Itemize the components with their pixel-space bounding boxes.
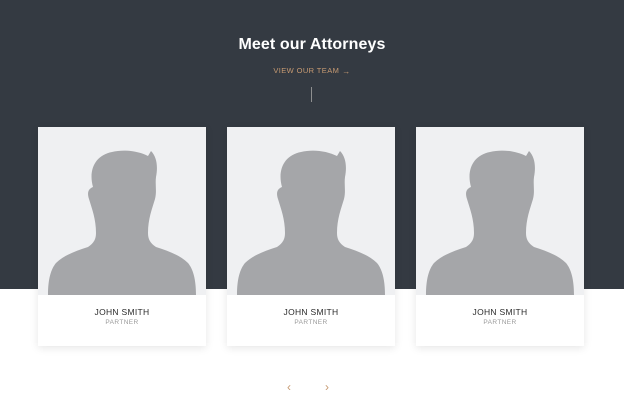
avatar-placeholder-icon (426, 150, 574, 295)
attorney-card[interactable]: JOHN SMITH PARTNER (416, 127, 584, 346)
attorney-card[interactable]: JOHN SMITH PARTNER (227, 127, 395, 346)
attorney-card[interactable]: JOHN SMITH PARTNER (38, 127, 206, 346)
view-our-team-link[interactable]: VIEW OUR TEAM → (0, 66, 624, 76)
divider-line (311, 87, 312, 102)
attorney-name: JOHN SMITH (472, 307, 528, 317)
attorney-photo (416, 127, 584, 295)
avatar-placeholder-icon (48, 150, 196, 295)
attorney-name: JOHN SMITH (283, 307, 339, 317)
carousel-prev-button[interactable]: ‹ (287, 381, 291, 393)
arrow-right-icon: → (342, 66, 351, 76)
chevron-left-icon: ‹ (287, 380, 291, 394)
attorney-role: PARTNER (483, 319, 517, 326)
carousel-next-button[interactable]: › (325, 381, 329, 393)
attorney-role: PARTNER (105, 319, 139, 326)
attorney-photo (38, 127, 206, 295)
attorney-name: JOHN SMITH (94, 307, 150, 317)
section-title: Meet our Attorneys (238, 36, 386, 53)
attorneys-section: Meet our Attorneys VIEW OUR TEAM → JOHN S… (0, 0, 624, 403)
attorney-role: PARTNER (294, 319, 328, 326)
avatar-placeholder-icon (237, 150, 385, 295)
view-our-team-label: VIEW OUR TEAM (273, 66, 340, 75)
attorney-photo (227, 127, 395, 295)
chevron-right-icon: › (325, 380, 329, 394)
